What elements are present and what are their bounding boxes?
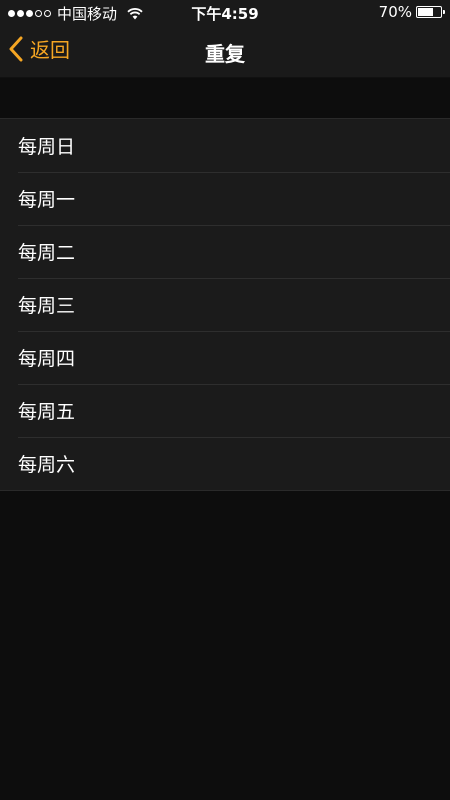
list-item-label: 每周四: [18, 348, 76, 370]
list-item-label: 每周二: [18, 242, 76, 264]
section-spacer: [0, 78, 450, 118]
battery-tip: [443, 10, 445, 14]
navigation-bar: 返回 重复: [0, 24, 450, 78]
list-item-sunday[interactable]: 每周日: [0, 119, 450, 172]
list-item-label: 每周日: [18, 136, 76, 158]
list-item-monday[interactable]: 每周一: [0, 172, 450, 225]
list-item-wednesday[interactable]: 每周三: [0, 278, 450, 331]
battery-percent: 70%: [378, 3, 412, 21]
list-item-tuesday[interactable]: 每周二: [0, 225, 450, 278]
page-title: 重复: [205, 42, 245, 66]
list-item-label: 每周五: [18, 401, 76, 423]
list-item-friday[interactable]: 每周五: [0, 384, 450, 437]
battery-level-fill: [418, 8, 434, 16]
status-right: 70%: [378, 3, 445, 21]
list-item-label: 每周六: [18, 454, 76, 476]
list-item-thursday[interactable]: 每周四: [0, 331, 450, 384]
status-bar: 中国移动 下午4:59 70%: [0, 0, 450, 24]
list-item-label: 每周三: [18, 295, 76, 317]
screen: 中国移动 下午4:59 70% 返回 重复 每周日 每周一 每周二 每周三 每周…: [0, 0, 450, 800]
repeat-options-list: 每周日 每周一 每周二 每周三 每周四 每周五 每周六: [0, 118, 450, 491]
battery-icon: [416, 6, 445, 18]
list-item-label: 每周一: [18, 189, 76, 211]
list-item-saturday[interactable]: 每周六: [0, 437, 450, 490]
